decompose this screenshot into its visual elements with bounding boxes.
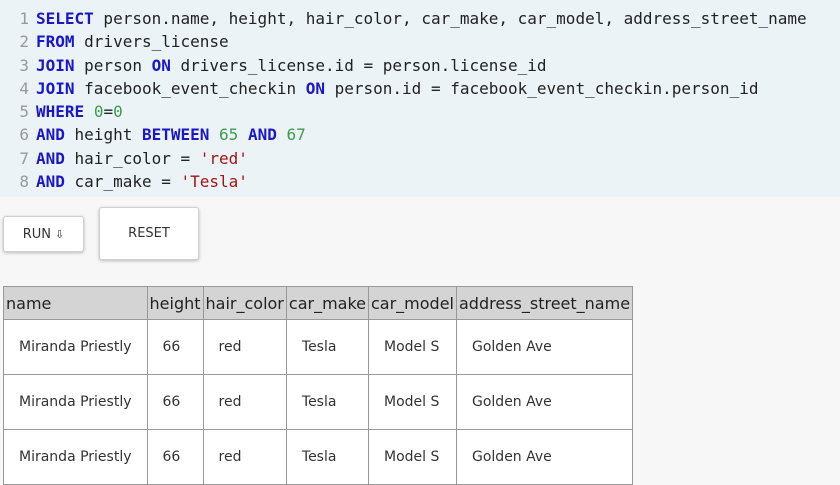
column-header-car-make: car_make bbox=[285, 286, 370, 320]
code-token: 'red' bbox=[199, 148, 248, 168]
code-token: drivers_license bbox=[74, 32, 229, 52]
column-header-height: height bbox=[146, 286, 204, 320]
code-line: 6 AND height BETWEEN 65 AND 67 bbox=[0, 123, 840, 146]
code-line: 3 JOIN person ON drivers_license.id = per… bbox=[0, 54, 840, 77]
code-token: SELECT bbox=[36, 9, 94, 28]
line-number: 7 bbox=[19, 148, 29, 168]
code-token: 0 bbox=[93, 102, 104, 122]
code-line: 2 FROM drivers_license bbox=[0, 30, 840, 53]
line-number: 6 bbox=[19, 125, 29, 145]
cell-height: 66 bbox=[146, 374, 204, 430]
code-line: 4 JOIN facebook_event_checkin ON person.i… bbox=[0, 77, 840, 100]
code-line: 8 AND car_make = 'Tesla' bbox=[0, 170, 840, 193]
code-token: person.id = facebook_event_checkin.perso… bbox=[324, 78, 759, 98]
code-token: FROM bbox=[36, 32, 75, 52]
code-line: 7 AND hair_color = 'red' bbox=[0, 147, 840, 170]
table-row: Miranda Priestly 66 red Tesla Model S Go… bbox=[3, 429, 634, 485]
code-token: 67 bbox=[286, 125, 306, 145]
line-number: 1 bbox=[19, 9, 29, 28]
code-text: AND height BETWEEN 65 AND 67 bbox=[36, 123, 306, 146]
cell-name: Miranda Priestly bbox=[3, 374, 148, 430]
code-token: ON bbox=[151, 55, 171, 75]
code-text: WHERE 0=0 bbox=[36, 100, 123, 123]
cell-car-model: Model S bbox=[368, 374, 457, 430]
code-token: drivers_license.id = person.license_id bbox=[170, 55, 547, 75]
cell-hair-color: red bbox=[202, 319, 287, 375]
code-token: JOIN bbox=[36, 55, 75, 75]
table-row: Miranda Priestly 66 red Tesla Model S Go… bbox=[3, 374, 634, 430]
cell-car-model: Model S bbox=[368, 429, 457, 485]
code-token: facebook_event_checkin bbox=[74, 78, 306, 98]
code-text: JOIN person ON drivers_license.id = pers… bbox=[36, 54, 547, 77]
cell-hair-color: red bbox=[202, 429, 287, 485]
line-number: 4 bbox=[19, 78, 29, 98]
code-token: person.name, height, hair_color, car_mak… bbox=[93, 9, 807, 28]
code-token: car_make = bbox=[64, 172, 181, 192]
code-token: = bbox=[103, 102, 114, 122]
code-text: JOIN facebook_event_checkin ON person.id… bbox=[36, 77, 758, 100]
code-text: SELECT person.name, height, hair_color, … bbox=[36, 7, 807, 30]
table-header-row: name height hair_color car_make car_mode… bbox=[3, 286, 634, 320]
line-number: 2 bbox=[19, 32, 29, 52]
code-token: 'Tesla' bbox=[180, 172, 248, 192]
column-header-address-street-name: address_street_name bbox=[455, 286, 634, 320]
code-line: 1 SELECT person.name, height, hair_color,… bbox=[0, 7, 840, 30]
column-header-hair-color: hair_color bbox=[202, 286, 287, 320]
cell-height: 66 bbox=[146, 319, 204, 375]
cell-address-street-name: Golden Ave bbox=[455, 429, 634, 485]
code-line: 5 WHERE 0=0 bbox=[0, 100, 840, 123]
column-header-name: name bbox=[3, 286, 148, 320]
code-token: WHERE bbox=[36, 102, 85, 122]
reset-button-label: RESET bbox=[128, 226, 170, 241]
code-token: 0 bbox=[113, 102, 123, 122]
code-token: person bbox=[74, 55, 152, 75]
cell-height: 66 bbox=[146, 429, 204, 485]
code-text: AND car_make = 'Tesla' bbox=[36, 170, 248, 193]
cell-name: Miranda Priestly bbox=[3, 319, 148, 375]
table-row: Miranda Priestly 66 red Tesla Model S Go… bbox=[3, 319, 634, 375]
cell-car-make: Tesla bbox=[285, 374, 370, 430]
line-number: 3 bbox=[19, 55, 29, 75]
code-token: height bbox=[64, 125, 142, 145]
code-token: ON bbox=[305, 78, 325, 98]
code-token: 65 bbox=[219, 125, 239, 145]
cell-address-street-name: Golden Ave bbox=[455, 374, 634, 430]
code-token: BETWEEN bbox=[141, 125, 210, 145]
cell-car-make: Tesla bbox=[285, 429, 370, 485]
code-text: AND hair_color = 'red' bbox=[36, 147, 248, 170]
code-token: hair_color = bbox=[64, 148, 200, 168]
cell-address-street-name: Golden Ave bbox=[455, 319, 634, 375]
sql-editor[interactable]: 1 SELECT person.name, height, hair_color,… bbox=[0, 0, 840, 197]
code-token: AND bbox=[36, 148, 65, 168]
cell-hair-color: red bbox=[202, 374, 287, 430]
code-token: AND bbox=[247, 125, 277, 145]
run-button-label: RUN bbox=[22, 226, 52, 242]
results-table: name height hair_color car_make car_mode… bbox=[3, 286, 634, 485]
code-token: JOIN bbox=[36, 78, 75, 98]
line-number: 8 bbox=[19, 172, 29, 192]
cell-name: Miranda Priestly bbox=[3, 429, 148, 485]
cell-car-make: Tesla bbox=[285, 319, 370, 375]
code-text: FROM drivers_license bbox=[36, 30, 229, 53]
cell-car-model: Model S bbox=[368, 319, 457, 375]
code-token: AND bbox=[36, 172, 65, 192]
line-number: 5 bbox=[19, 102, 29, 122]
arrow-down-icon: ⇩ bbox=[55, 227, 65, 241]
column-header-car-model: car_model bbox=[368, 286, 457, 320]
code-token: AND bbox=[36, 125, 65, 145]
reset-button[interactable]: RESET bbox=[99, 207, 199, 260]
run-button[interactable]: RUN ⇩ bbox=[3, 216, 84, 252]
